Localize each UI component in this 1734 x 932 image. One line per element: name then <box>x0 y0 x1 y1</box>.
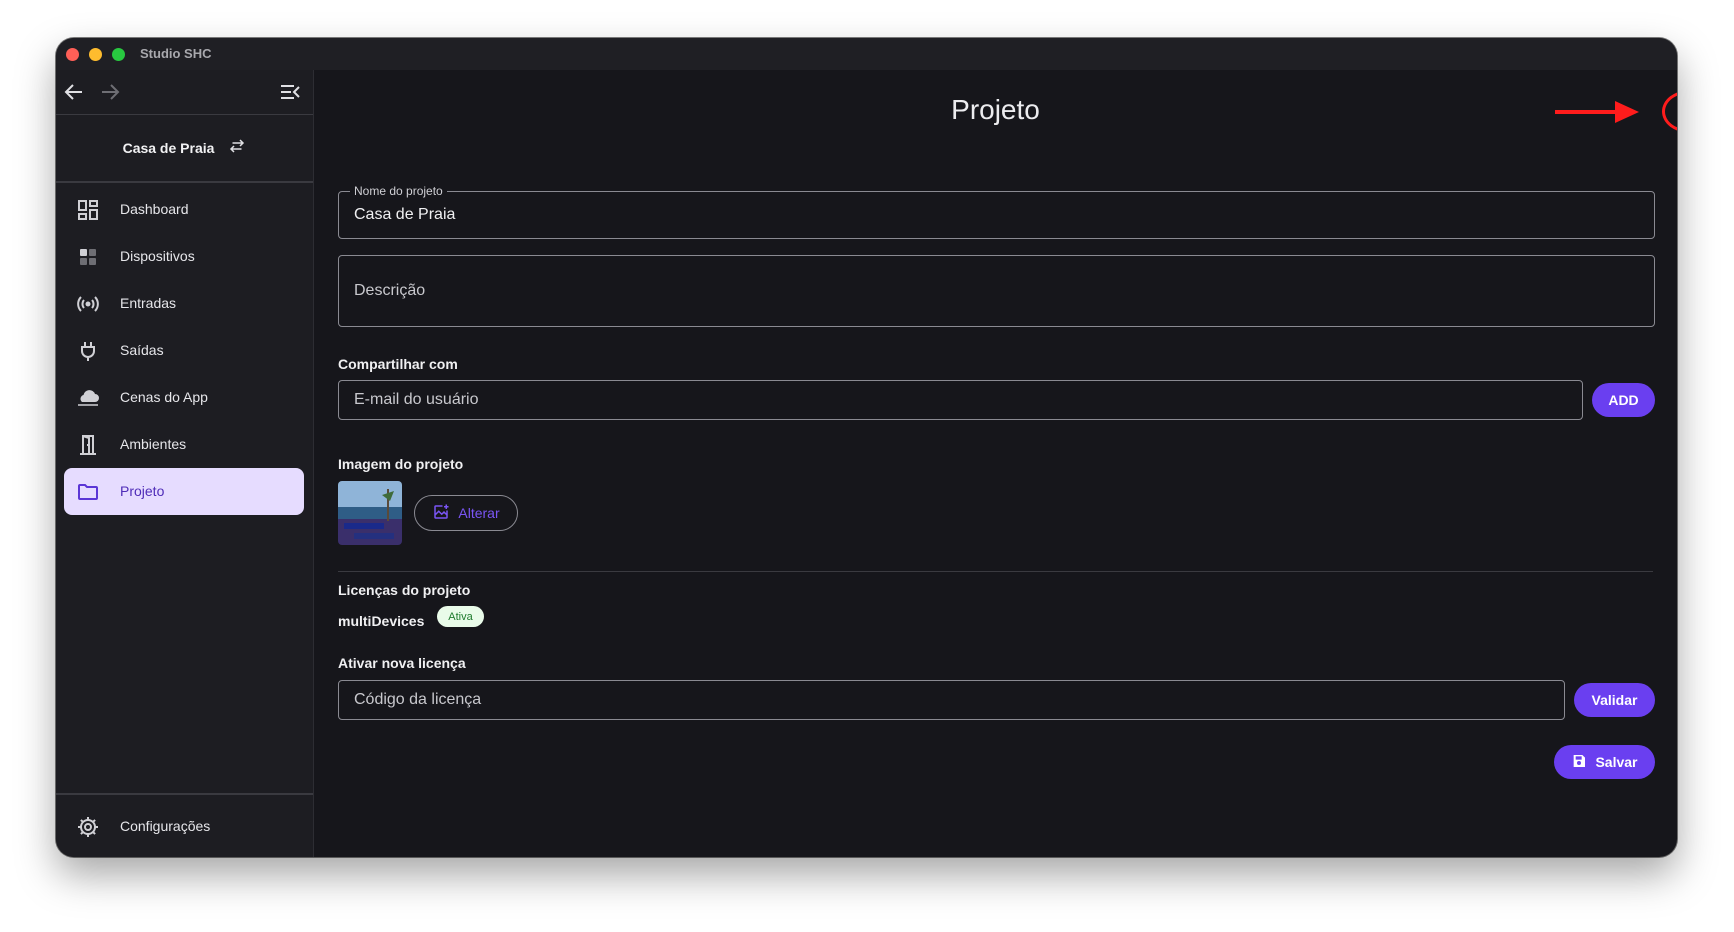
license-code-placeholder: Código da licença <box>354 691 482 708</box>
sidebar-item-dispositivos[interactable]: Dispositivos <box>64 233 304 280</box>
sidebar-item-label: Entradas <box>120 295 177 311</box>
page-title: Projeto <box>951 94 1040 125</box>
project-image-thumbnail <box>338 481 402 545</box>
sidebar: Casa de Praia Dashboard Dispositivos Ent… <box>56 70 314 857</box>
save-label: Salvar <box>1595 754 1638 770</box>
main-content: Projeto Nome do projeto Casa de Praia De… <box>314 70 1677 857</box>
sidebar-item-saidas[interactable]: Saídas <box>64 327 304 374</box>
devices-grid-icon <box>76 245 100 269</box>
trash-icon <box>1673 119 1677 136</box>
licenses-label: Licenças do projeto <box>338 582 471 598</box>
add-photo-icon <box>432 503 450 524</box>
project-name-field[interactable]: Nome do projeto Casa de Praia <box>338 184 1655 239</box>
change-image-button[interactable]: Alterar <box>414 495 518 531</box>
minimize-window-button[interactable] <box>89 48 102 61</box>
zoom-window-button[interactable] <box>112 48 125 61</box>
delete-project-button[interactable] <box>1673 96 1677 132</box>
back-icon[interactable] <box>62 80 86 104</box>
project-name-value: Casa de Praia <box>354 206 456 223</box>
app-window: Studio SHC Casa de Praia Dashboard Dispo… <box>56 38 1677 857</box>
cloud-icon <box>76 386 100 410</box>
app-title: Studio SHC <box>140 46 212 61</box>
status-badge: Ativa <box>437 606 484 627</box>
validate-button[interactable]: Validar <box>1574 683 1655 717</box>
license-name: multiDevices <box>338 613 425 629</box>
sidebar-item-entradas[interactable]: Entradas <box>64 280 304 327</box>
sidebar-item-label: Ambientes <box>120 436 187 452</box>
share-email-placeholder: E-mail do usuário <box>354 391 479 408</box>
dashboard-icon <box>76 198 100 222</box>
sidebar-item-label: Configurações <box>120 818 211 834</box>
license-code-input[interactable]: Código da licença <box>338 680 1565 720</box>
folder-icon <box>76 480 100 504</box>
share-email-input[interactable]: E-mail do usuário <box>338 380 1583 420</box>
description-field[interactable]: Descrição <box>338 255 1655 327</box>
sidebar-item-cenas[interactable]: Cenas do App <box>64 374 304 421</box>
broadcast-icon <box>76 292 100 316</box>
sidebar-item-label: Saídas <box>120 342 164 358</box>
plug-icon <box>76 339 100 363</box>
gear-icon <box>76 815 100 839</box>
change-image-label: Alterar <box>458 505 500 521</box>
sidebar-item-label: Cenas do App <box>120 389 208 405</box>
collapse-menu-icon[interactable] <box>278 80 302 104</box>
save-button[interactable]: Salvar <box>1554 745 1655 779</box>
add-share-button[interactable]: ADD <box>1592 383 1655 417</box>
door-icon <box>76 433 100 457</box>
project-switcher[interactable]: Casa de Praia <box>56 115 313 183</box>
sidebar-item-dashboard[interactable]: Dashboard <box>64 186 304 233</box>
swap-icon <box>228 137 246 160</box>
save-icon <box>1571 753 1587 772</box>
forward-icon[interactable] <box>98 80 122 104</box>
activate-license-label: Ativar nova licença <box>338 655 466 671</box>
project-name-label: Nome do projeto <box>350 184 447 198</box>
annotation-arrow-icon <box>1555 100 1641 129</box>
share-label: Compartilhar com <box>338 356 458 372</box>
sidebar-item-label: Projeto <box>120 483 165 499</box>
close-window-button[interactable] <box>66 48 79 61</box>
section-divider <box>338 571 1653 572</box>
sidebar-item-label: Dispositivos <box>120 248 195 264</box>
sidebar-item-label: Dashboard <box>120 201 189 217</box>
nav-row <box>56 70 313 115</box>
title-bar: Studio SHC <box>56 38 1677 70</box>
sidebar-item-configuracoes[interactable]: Configurações <box>64 803 304 850</box>
sidebar-footer: Configurações <box>56 793 313 857</box>
sidebar-item-projeto[interactable]: Projeto <box>64 468 304 515</box>
description-placeholder: Descrição <box>354 282 426 299</box>
image-label: Imagem do projeto <box>338 456 464 472</box>
project-switcher-label: Casa de Praia <box>122 140 215 156</box>
sidebar-item-ambientes[interactable]: Ambientes <box>64 421 304 468</box>
